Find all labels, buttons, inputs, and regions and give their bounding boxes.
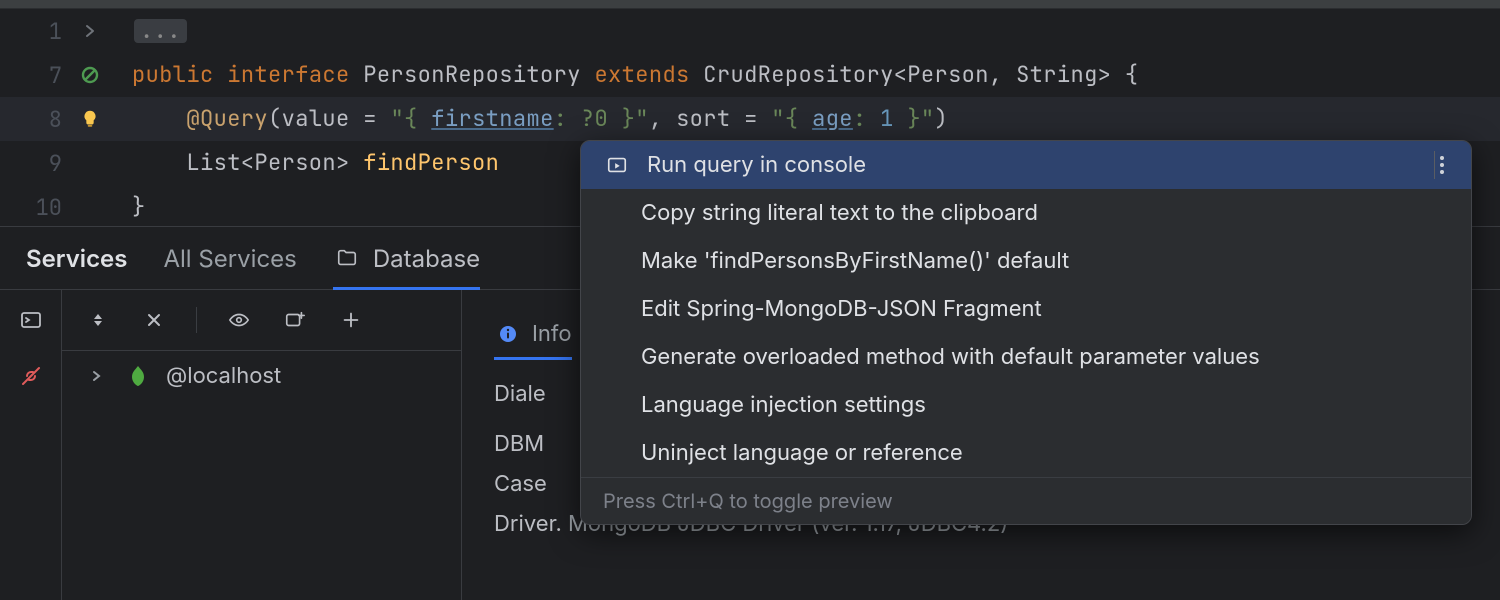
intention-label: Edit Spring-MongoDB-JSON Fragment xyxy=(641,296,1042,322)
view-icon[interactable] xyxy=(225,306,253,334)
run-console-icon xyxy=(603,151,631,179)
fold-placeholder[interactable]: ... xyxy=(134,19,187,43)
intention-item[interactable]: Generate overloaded method with default … xyxy=(581,333,1471,381)
tree-item-localhost[interactable]: @localhost xyxy=(62,351,461,401)
tree-toolbar xyxy=(62,290,461,351)
intention-item[interactable]: Edit Spring-MongoDB-JSON Fragment xyxy=(581,285,1471,333)
intention-label: Language injection settings xyxy=(641,392,926,418)
toolwindow-icon-rail xyxy=(0,290,62,600)
editor-line: 7 public interface PersonRepository exte… xyxy=(0,53,1500,97)
intention-item[interactable]: Copy string literal text to the clipboar… xyxy=(581,189,1471,237)
code-text[interactable]: List<Person> findPerson xyxy=(132,141,499,185)
expand-collapse-icon[interactable] xyxy=(84,306,112,334)
fold-chevron-icon[interactable] xyxy=(76,17,104,45)
intention-label: Generate overloaded method with default … xyxy=(641,344,1260,370)
tab-all-services[interactable]: All Services xyxy=(163,227,296,289)
editor-top-strip xyxy=(0,0,1500,9)
gutter-line-number: 10 xyxy=(0,193,70,222)
intention-bulb-icon[interactable] xyxy=(76,105,104,133)
intention-label: Run query in console xyxy=(647,152,866,178)
tab-label: Database xyxy=(373,244,480,273)
code-text[interactable]: public interface PersonRepository extend… xyxy=(132,53,1138,97)
intention-item[interactable]: Uninject language or reference xyxy=(581,429,1471,477)
gutter-line-number: 9 xyxy=(0,149,70,178)
code-text[interactable]: @Query(value = "{ firstname: ?0 }", sort… xyxy=(132,97,948,141)
new-console-icon[interactable] xyxy=(281,306,309,334)
chevron-right-icon[interactable] xyxy=(82,362,110,390)
gutter-line-number: 8 xyxy=(0,105,70,134)
intention-item-run-query[interactable]: Run query in console xyxy=(581,141,1471,189)
intention-label: Make 'findPersonsByFirstName()' default xyxy=(641,248,1069,274)
disconnect-icon[interactable] xyxy=(17,362,45,390)
close-icon[interactable] xyxy=(140,306,168,334)
add-icon[interactable] xyxy=(337,306,365,334)
editor-line: 1 ... xyxy=(0,9,1500,53)
intention-popup: Run query in console Copy string literal… xyxy=(580,140,1472,525)
subtab-label: Info xyxy=(532,314,572,354)
intention-item[interactable]: Language injection settings xyxy=(581,381,1471,429)
toolwindow-title[interactable]: Services xyxy=(26,227,127,289)
mongodb-leaf-icon xyxy=(124,362,152,390)
toolwindow-tree: @localhost xyxy=(62,290,462,600)
folder-icon xyxy=(333,244,361,272)
code-text[interactable]: } xyxy=(132,185,146,229)
gutter-line-number: 7 xyxy=(0,61,70,90)
subtab-info[interactable]: Info xyxy=(494,314,572,354)
no-usages-icon xyxy=(76,61,104,89)
tree-item-label: @localhost xyxy=(166,363,281,389)
popup-footer-hint: Press Ctrl+Q to toggle preview xyxy=(581,477,1471,524)
editor-line: 8 @Query(value = "{ firstname: ?0 }", so… xyxy=(0,97,1500,141)
info-icon xyxy=(494,320,522,348)
console-icon[interactable] xyxy=(17,306,45,334)
intention-label: Uninject language or reference xyxy=(641,440,963,466)
gutter-line-number: 1 xyxy=(0,17,70,46)
tab-database[interactable]: Database xyxy=(333,227,480,289)
intention-label: Copy string literal text to the clipboar… xyxy=(641,200,1038,226)
more-actions-icon[interactable] xyxy=(1434,151,1449,179)
intention-item[interactable]: Make 'findPersonsByFirstName()' default xyxy=(581,237,1471,285)
